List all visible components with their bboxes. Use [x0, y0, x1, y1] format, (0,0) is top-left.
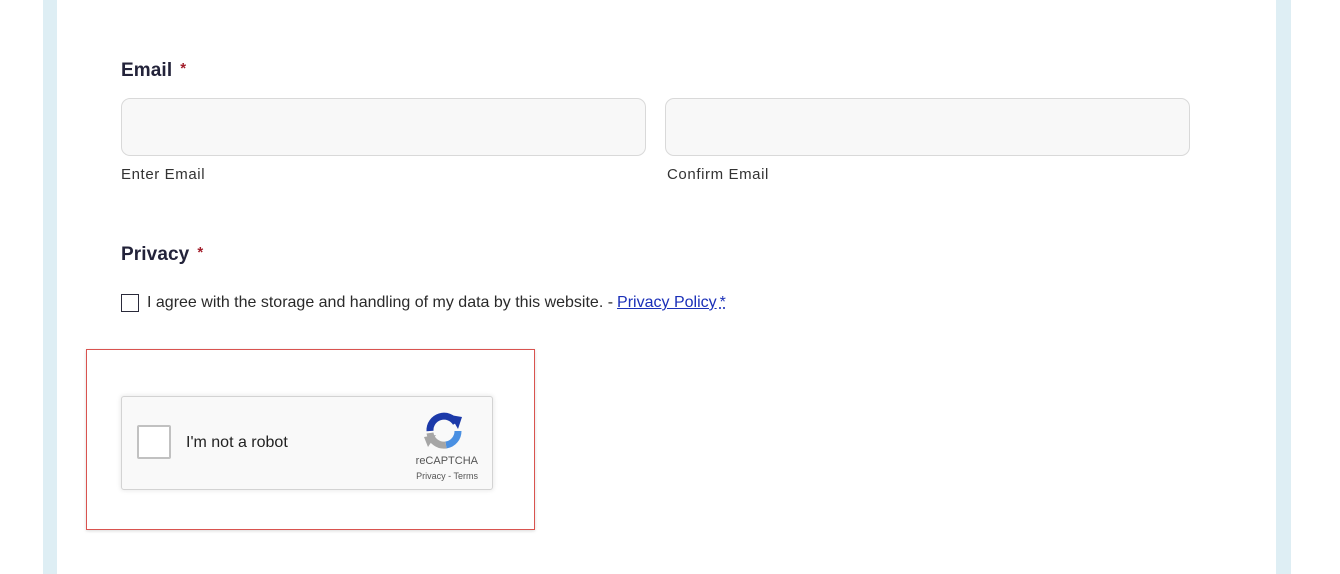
- email-required-mark: *: [180, 60, 187, 77]
- recaptcha-brand: reCAPTCHA: [415, 455, 478, 467]
- privacy-label: Privacy *: [121, 244, 203, 266]
- privacy-policy-link[interactable]: Privacy Policy: [617, 294, 717, 312]
- recaptcha-privacy-link[interactable]: Privacy: [416, 471, 446, 481]
- recaptcha-label: I'm not a robot: [186, 434, 288, 451]
- email-label: Email *: [121, 60, 186, 82]
- recaptcha-checkbox[interactable]: [137, 425, 171, 459]
- recaptcha-widget: I'm not a robot reCAPTCHA Privacy - Term…: [121, 396, 493, 490]
- confirm-email-input[interactable]: [665, 98, 1190, 156]
- privacy-consent-checkbox[interactable]: [121, 294, 139, 312]
- left-border-strip: [43, 0, 57, 574]
- right-border-strip: [1276, 0, 1291, 574]
- recaptcha-logo-icon: [424, 412, 462, 449]
- recaptcha-links: Privacy - Terms: [372, 471, 478, 481]
- recaptcha-terms-link[interactable]: Terms: [454, 471, 479, 481]
- privacy-label-text: Privacy: [121, 244, 190, 265]
- privacy-required-mark: *: [197, 244, 204, 261]
- email-label-text: Email: [121, 60, 173, 81]
- privacy-consent-text: I agree with the storage and handling of…: [147, 294, 614, 311]
- enter-email-sublabel: Enter Email: [121, 166, 206, 183]
- confirm-email-sublabel: Confirm Email: [667, 166, 769, 183]
- recaptcha-links-separator: -: [448, 471, 452, 481]
- privacy-consent-row: I agree with the storage and handling of…: [121, 292, 726, 314]
- privacy-required-star: *: [719, 294, 726, 311]
- enter-email-input[interactable]: [121, 98, 646, 156]
